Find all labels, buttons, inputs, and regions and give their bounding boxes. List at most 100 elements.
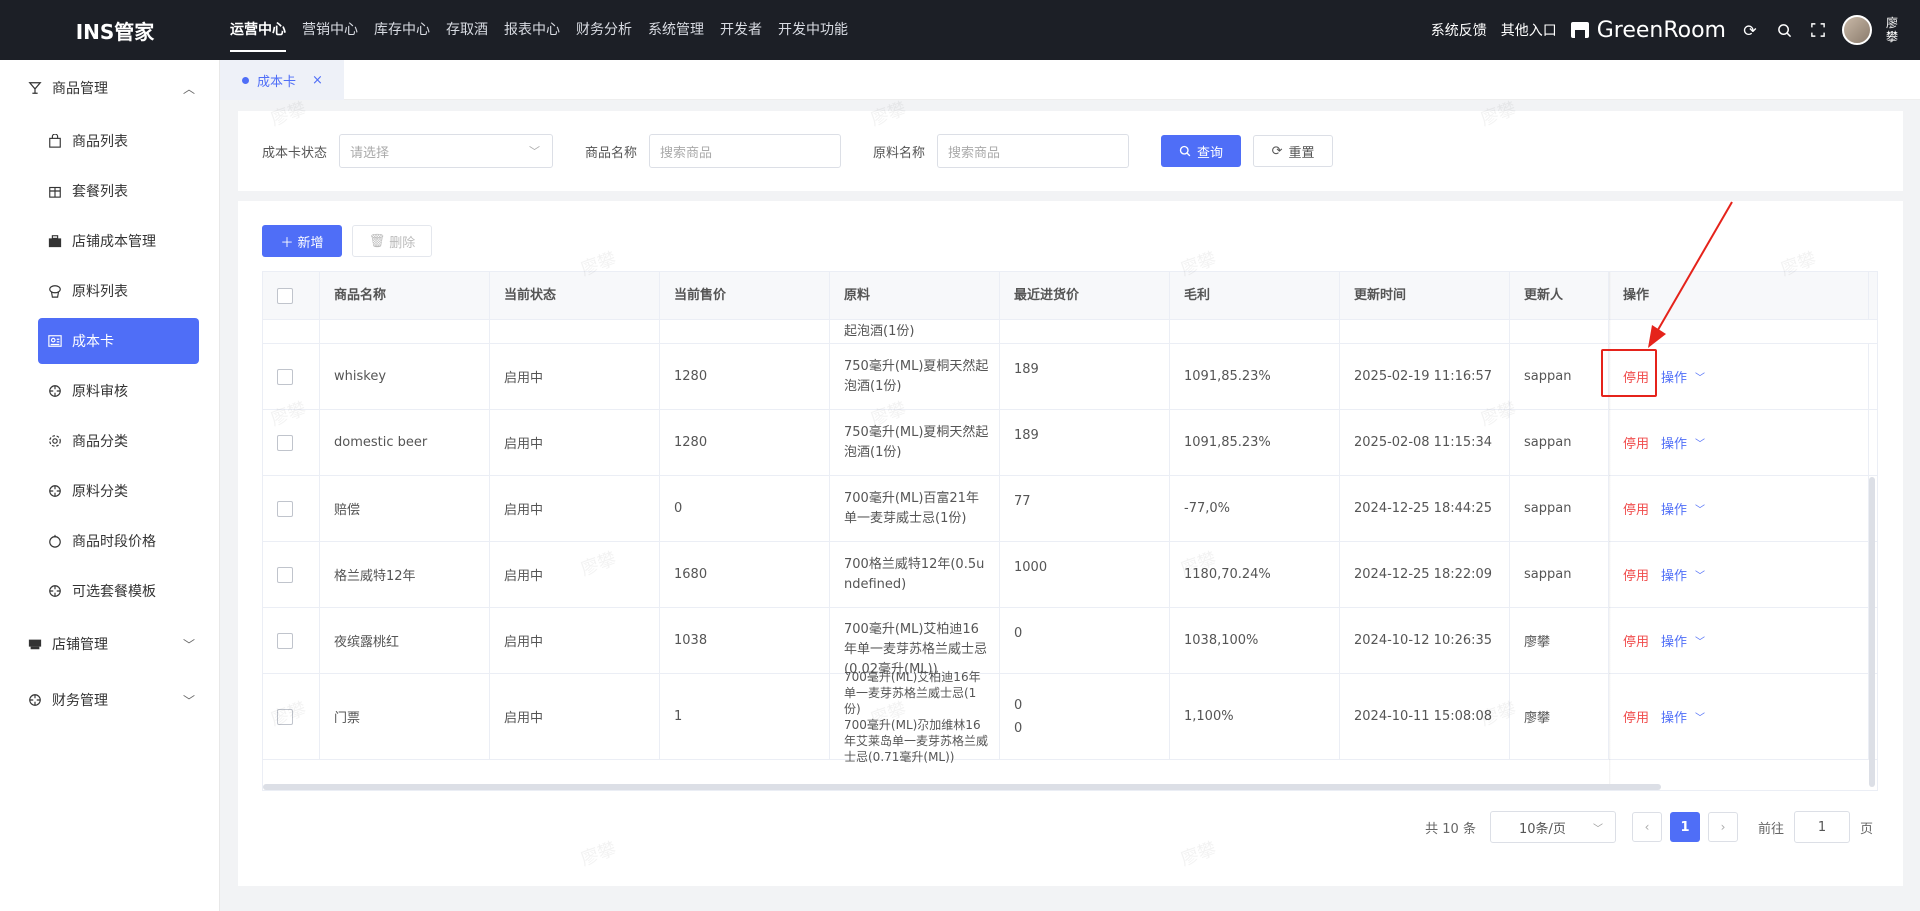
sidebar-group-label: 商品管理: [52, 81, 108, 97]
sidebar-item-product-list[interactable]: 商品列表: [0, 116, 219, 166]
sidebar-item-cost-card[interactable]: 成本卡: [38, 318, 199, 364]
more-actions-button[interactable]: 操作 ﹀: [1661, 367, 1705, 386]
horizontal-scrollbar[interactable]: [263, 784, 1661, 790]
topnav-inventory[interactable]: 库存中心: [374, 0, 430, 60]
chevron-down-icon: ﹀: [1695, 713, 1706, 724]
refresh-icon[interactable]: ⟳: [1740, 20, 1760, 40]
disable-button[interactable]: 停用: [1623, 499, 1649, 518]
row-checkbox[interactable]: [277, 368, 293, 385]
more-actions-button[interactable]: 操作 ﹀: [1661, 631, 1705, 650]
topnav-operations[interactable]: 运营中心: [230, 0, 286, 60]
sidebar-group-product[interactable]: 商品管理 ︿: [0, 60, 219, 116]
topbar-right: 系统反馈 其他入口 GreenRoom ⟳ 廖攀: [1431, 0, 1900, 60]
sidebar-item-material-review[interactable]: 原料审核: [0, 366, 219, 416]
table-row[interactable]: 夜缤露桃红 启用中 1038 700毫升(ML)艾柏迪16年单一麦芽苏格兰威士忌…: [263, 608, 1877, 677]
row-checkbox[interactable]: [277, 708, 293, 725]
table-row[interactable]: domestic beer 启用中 1280 750毫升(ML)夏桐天然起泡酒(…: [263, 410, 1877, 476]
query-button[interactable]: 查询: [1161, 135, 1242, 167]
more-actions-button[interactable]: 操作 ﹀: [1661, 433, 1705, 452]
product-search-input[interactable]: 搜索商品: [649, 134, 842, 168]
header-price: 当前售价: [660, 272, 830, 320]
table-row[interactable]: 门票 启用中 1 700毫升(ML)艾柏迪16年单一麦芽苏格兰威士忌(1份) 7…: [263, 670, 1877, 764]
other-entry-link[interactable]: 其他入口: [1501, 20, 1557, 40]
search-icon[interactable]: [1774, 20, 1794, 40]
username[interactable]: 廖攀: [1886, 16, 1900, 44]
reset-button[interactable]: ⟳ 重置: [1253, 135, 1334, 167]
table-row[interactable]: 赔偿 启用中 0 700毫升(ML)百富21年单一麦芽威士忌(1份) 77 -7…: [263, 476, 1877, 542]
goto-label: 前往: [1757, 821, 1784, 837]
cell-profit: 1180,70.24%: [1170, 542, 1340, 607]
cell-material: 700毫升(ML)艾柏迪16年单一麦芽苏格兰威士忌(0.02毫升(ML)): [830, 608, 1000, 677]
app-logo[interactable]: INS管家: [0, 16, 230, 45]
add-button[interactable]: ＋ 新增: [262, 225, 342, 257]
sidebar-item-store-cost[interactable]: 店铺成本管理: [0, 216, 219, 266]
tab-cost-card[interactable]: 成本卡 ×: [220, 60, 344, 100]
topnav-finance[interactable]: 财务分析: [576, 0, 632, 60]
cell-status: 启用中: [490, 344, 660, 409]
topnav-developer[interactable]: 开发者: [720, 0, 762, 60]
select-all-checkbox[interactable]: [277, 288, 293, 304]
pagination: 共 10 条 10条/页 ﹀ ‹ 1 › 前往 1 页: [1425, 811, 1873, 843]
sidebar-item-material-list[interactable]: 原料列表: [0, 266, 219, 316]
store-switcher[interactable]: GreenRoom: [1570, 17, 1726, 43]
topnav-dev-features[interactable]: 开发中功能: [778, 0, 848, 60]
cell-product-name: domestic beer: [320, 410, 490, 475]
table-row[interactable]: 格兰威特12年 启用中 1680 700格兰威特12年(0.5undefined…: [263, 542, 1877, 608]
sidebar-group-store[interactable]: 店铺管理 ﹀: [0, 616, 219, 672]
crosshair-icon: [48, 584, 62, 598]
cell-recent-cost: 189: [1000, 344, 1170, 409]
row-checkbox[interactable]: [277, 632, 293, 649]
more-actions-button[interactable]: 操作 ﹀: [1661, 499, 1705, 518]
cell-status: 启用中: [490, 608, 660, 673]
avatar[interactable]: [1842, 15, 1872, 45]
close-icon[interactable]: ×: [312, 73, 323, 88]
sidebar-item-product-category[interactable]: 商品分类: [0, 416, 219, 466]
top-nav: 运营中心 营销中心 库存中心 存取酒 报表中心 财务分析 系统管理 开发者 开发…: [230, 0, 864, 60]
more-actions-button[interactable]: 操作 ﹀: [1661, 707, 1705, 726]
disable-button[interactable]: 停用: [1623, 367, 1649, 386]
status-label: 成本卡状态: [262, 145, 328, 161]
disable-button[interactable]: 停用: [1623, 565, 1649, 584]
page-size-select[interactable]: 10条/页 ﹀: [1489, 811, 1616, 843]
tab-bar: 成本卡 ×: [220, 60, 1920, 100]
sidebar-group-finance[interactable]: 财务管理 ﹀: [0, 672, 219, 728]
cell-product-name: whiskey: [320, 344, 490, 409]
page-number-current[interactable]: 1: [1669, 812, 1700, 842]
cell-status: 启用中: [490, 410, 660, 475]
table-row[interactable]: whiskey 启用中 1280 750毫升(ML)夏桐天然起泡酒(1份) 18…: [263, 344, 1877, 410]
disable-button[interactable]: 停用: [1623, 707, 1649, 726]
header-updater: 更新人: [1510, 272, 1609, 320]
cell-recent-cost: 189: [1000, 410, 1170, 475]
row-checkbox[interactable]: [277, 500, 293, 517]
goto-page-input[interactable]: 1: [1793, 811, 1850, 843]
cell-price: 1280: [660, 344, 830, 409]
cell-updater: sappan: [1510, 344, 1609, 409]
cell-profit: 1,100%: [1170, 674, 1340, 759]
fullscreen-icon[interactable]: [1808, 20, 1828, 40]
cell-updater: sappan: [1510, 410, 1609, 475]
vertical-scrollbar[interactable]: [1869, 477, 1875, 787]
more-actions-button[interactable]: 操作 ﹀: [1661, 565, 1705, 584]
store-name: GreenRoom: [1596, 17, 1726, 43]
topnav-system[interactable]: 系统管理: [648, 0, 704, 60]
cell-material: 700毫升(ML)百富21年单一麦芽威士忌(1份): [830, 476, 1000, 541]
disable-button[interactable]: 停用: [1623, 433, 1649, 452]
row-checkbox[interactable]: [277, 566, 293, 583]
sidebar-item-material-category[interactable]: 原料分类: [0, 466, 219, 516]
cell-empty: [660, 320, 830, 343]
feedback-link[interactable]: 系统反馈: [1431, 20, 1487, 40]
material-search-input[interactable]: 搜索商品: [937, 134, 1130, 168]
delete-button[interactable]: 🗑 删除: [352, 225, 432, 257]
next-page-button[interactable]: ›: [1707, 812, 1738, 842]
topnav-reports[interactable]: 报表中心: [504, 0, 560, 60]
disable-button[interactable]: 停用: [1623, 631, 1649, 650]
row-checkbox[interactable]: [277, 434, 293, 451]
topnav-wine-storage[interactable]: 存取酒: [446, 0, 488, 60]
prev-page-button[interactable]: ‹: [1631, 812, 1662, 842]
sidebar-item-timed-price[interactable]: 商品时段价格: [0, 516, 219, 566]
sidebar-item-package-template[interactable]: 可选套餐模板: [0, 566, 219, 616]
topnav-marketing[interactable]: 营销中心: [302, 0, 358, 60]
row-checkbox-cell: [263, 476, 320, 541]
sidebar-item-package-list[interactable]: 套餐列表: [0, 166, 219, 216]
status-select[interactable]: 请选择 ﹀: [339, 134, 554, 168]
